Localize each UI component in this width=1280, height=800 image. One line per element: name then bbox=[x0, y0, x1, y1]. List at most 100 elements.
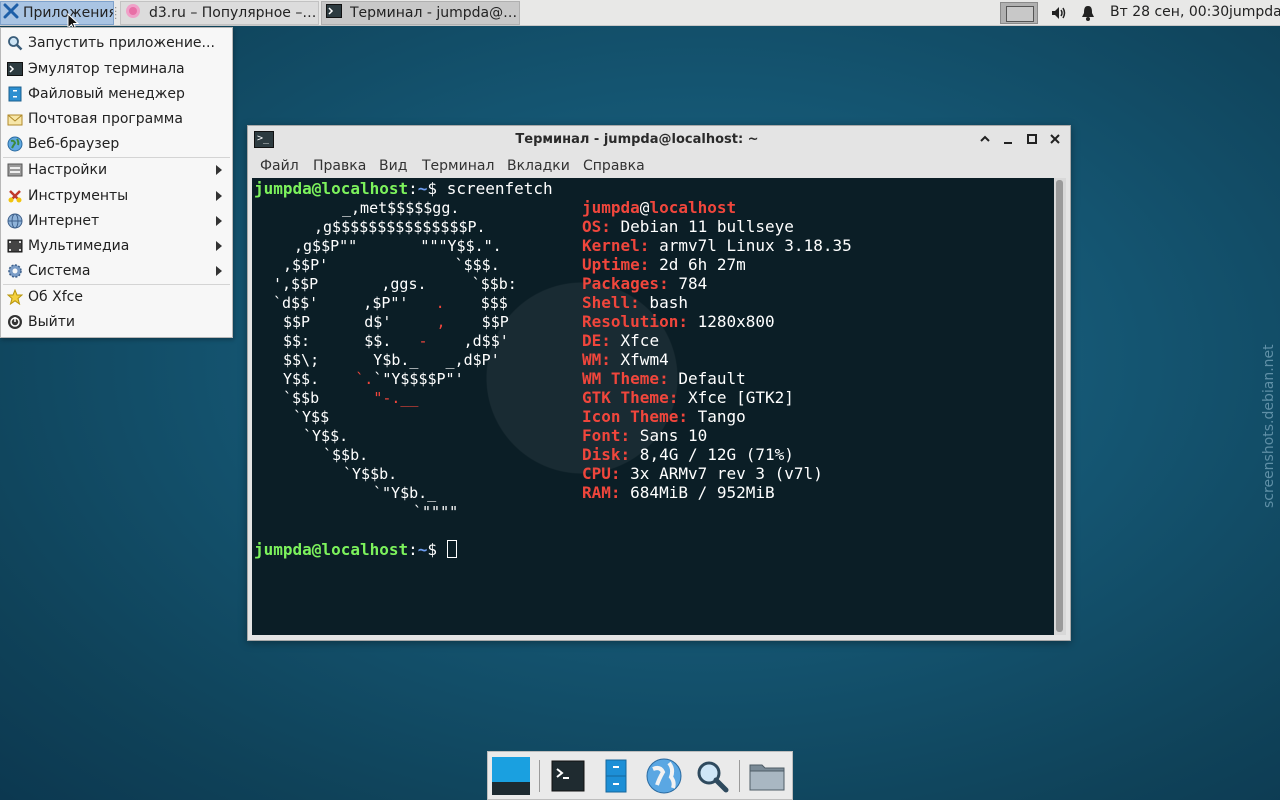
ascii-art-line: $$: $$. - ,d$$' bbox=[283, 332, 509, 350]
web-browser-icon[interactable] bbox=[644, 756, 684, 796]
file-manager-icon bbox=[7, 86, 23, 102]
terminal-output[interactable]: jumpda@localhost:~$ screenfetch _,met$$$… bbox=[252, 178, 1054, 635]
folder-icon[interactable] bbox=[747, 756, 787, 796]
window-maximize-button[interactable] bbox=[1024, 131, 1040, 147]
info-row: OS: Debian 11 bullseye bbox=[582, 217, 794, 236]
firefox-icon bbox=[125, 3, 141, 23]
menu-item-label: Мультимедиа bbox=[28, 238, 130, 254]
submenu-arrow-icon bbox=[216, 266, 222, 276]
terminal-icon bbox=[326, 3, 342, 23]
menu-tabs[interactable]: Вкладки bbox=[507, 158, 570, 174]
command-line: jumpda@localhost:~$ screenfetch bbox=[254, 179, 553, 198]
notifications-icon[interactable] bbox=[1080, 4, 1096, 26]
ascii-art-line: $$P d$' , $$P bbox=[283, 313, 509, 331]
info-row: Disk: 8,4G / 12G (71%) bbox=[582, 445, 794, 464]
info-row: Shell: bash bbox=[582, 293, 688, 312]
menu-item-mail[interactable]: Почтовая программа bbox=[1, 107, 232, 131]
menu-help[interactable]: Справка bbox=[583, 158, 645, 174]
app-finder-icon[interactable] bbox=[692, 756, 732, 796]
star-icon bbox=[7, 289, 23, 305]
web-browser-icon bbox=[7, 136, 23, 152]
submenu-arrow-icon bbox=[216, 241, 222, 251]
clock[interactable]: Вт 28 сен, 00:30 bbox=[1110, 4, 1229, 20]
menu-view[interactable]: Вид bbox=[379, 158, 407, 174]
info-row: WM: Xfwm4 bbox=[582, 350, 669, 369]
window-title: Терминал - jumpda@localhost: ~ bbox=[515, 132, 759, 147]
tools-icon bbox=[7, 188, 23, 204]
terminal-scrollbar[interactable] bbox=[1054, 178, 1066, 635]
scrollbar-thumb[interactable] bbox=[1056, 180, 1063, 632]
prompt-user: jumpda@localhost bbox=[254, 540, 409, 559]
info-row: Icon Theme: Tango bbox=[582, 407, 746, 426]
menu-item-file-manager[interactable]: Файловый менеджер bbox=[1, 82, 232, 106]
window-close-button[interactable] bbox=[1047, 131, 1063, 147]
workspace-switcher[interactable] bbox=[1000, 2, 1038, 24]
info-row: Packages: 784 bbox=[582, 274, 708, 293]
panel-separator: :: bbox=[114, 4, 118, 22]
info-row: Font: Sans 10 bbox=[582, 426, 708, 445]
ascii-art-line: _,met$$$$$gg. bbox=[342, 199, 460, 217]
file-manager-icon[interactable] bbox=[596, 756, 636, 796]
info-row: DE: Xfce bbox=[582, 331, 660, 350]
window-titlebar[interactable]: >_ Терминал - jumpda@localhost: ~ bbox=[248, 126, 1070, 154]
menu-item-label: Инструменты bbox=[28, 188, 129, 204]
volume-icon[interactable] bbox=[1050, 4, 1068, 26]
info-userhost: jumpda@localhost bbox=[582, 198, 737, 217]
menu-item-label: Файловый менеджер bbox=[28, 86, 185, 102]
terminal-menubar: Файл Правка Вид Терминал Вкладки Справка bbox=[248, 154, 1070, 178]
info-row: CPU: 3x ARMv7 rev 3 (v7l) bbox=[582, 464, 823, 483]
taskbar-item-browser[interactable]: d3.ru – Популярное – В... bbox=[120, 1, 319, 25]
ascii-art-line: ,$$P' `$$$. bbox=[283, 256, 500, 274]
menu-item-web-browser[interactable]: Веб-браузер bbox=[1, 132, 232, 156]
submenu-arrow-icon bbox=[216, 165, 222, 175]
ascii-art-line: `$$b. bbox=[323, 446, 369, 464]
xfce-logo-icon bbox=[3, 3, 19, 23]
ascii-art-line: ',$$P ,ggs. `$$b: bbox=[273, 275, 517, 293]
applications-menu-button[interactable]: Приложения bbox=[0, 1, 114, 25]
info-row: RAM: 684MiB / 952MiB bbox=[582, 483, 775, 502]
ascii-art-line: `Y$$b. bbox=[343, 465, 398, 483]
watermark-text: screenshots.debian.net bbox=[1261, 344, 1277, 508]
logout-icon bbox=[7, 314, 23, 330]
menu-item-label: Эмулятор терминала bbox=[28, 61, 185, 77]
menu-terminal[interactable]: Терминал bbox=[422, 158, 494, 174]
prompt-user: jumpda@localhost bbox=[254, 179, 409, 198]
ascii-art-line: `Y$$ bbox=[293, 408, 330, 426]
terminal-icon[interactable] bbox=[548, 756, 588, 796]
top-panel: Приложения :: d3.ru – Популярное – В... … bbox=[0, 0, 1280, 26]
menu-item-about-xfce[interactable]: Об Xfce bbox=[1, 285, 232, 309]
menu-item-logout[interactable]: Выйти bbox=[1, 310, 232, 334]
menu-item-terminal[interactable]: Эмулятор терминала bbox=[1, 57, 232, 81]
system-icon bbox=[7, 263, 23, 279]
settings-icon bbox=[7, 162, 23, 178]
menu-item-label: Система bbox=[28, 263, 91, 279]
dock-separator bbox=[539, 760, 540, 792]
info-row: GTK Theme: Xfce [GTK2] bbox=[582, 388, 794, 407]
menu-item-label: Настройки bbox=[28, 162, 108, 178]
info-row: Resolution: 1280x800 bbox=[582, 312, 775, 331]
menu-item-run-program[interactable]: Запустить приложение... bbox=[1, 31, 232, 55]
menu-item-multimedia[interactable]: Мультимедиа bbox=[1, 234, 232, 258]
taskbar-item-terminal[interactable]: Терминал - jumpda@lo... bbox=[321, 1, 520, 25]
menu-item-system[interactable]: Система bbox=[1, 259, 232, 283]
show-desktop-icon[interactable] bbox=[491, 756, 531, 796]
menu-edit[interactable]: Правка bbox=[313, 158, 366, 174]
menu-item-tools[interactable]: Инструменты bbox=[1, 184, 232, 208]
ascii-art-line: Y$$. `.`"Y$$$$P"' bbox=[283, 370, 464, 388]
ascii-art-line: `d$$' ,$P"' . $$$ bbox=[273, 294, 508, 312]
window-minimize-button[interactable] bbox=[1000, 131, 1016, 147]
menu-item-label: Запустить приложение... bbox=[28, 35, 215, 51]
mail-icon bbox=[7, 111, 23, 127]
dock-separator bbox=[739, 760, 740, 792]
terminal-icon bbox=[7, 61, 23, 77]
window-shade-button[interactable] bbox=[977, 131, 993, 147]
menu-file[interactable]: Файл bbox=[260, 158, 299, 174]
menu-item-label: Выйти bbox=[28, 314, 76, 330]
applications-menu: Запустить приложение... Эмулятор термина… bbox=[0, 27, 233, 338]
menu-item-settings[interactable]: Настройки bbox=[1, 158, 232, 182]
text-cursor bbox=[446, 540, 457, 558]
taskbar-item-label: Терминал - jumpda@lo... bbox=[350, 5, 519, 21]
user-menu[interactable]: jumpda bbox=[1229, 4, 1280, 20]
menu-item-internet[interactable]: Интернет bbox=[1, 209, 232, 233]
submenu-arrow-icon bbox=[216, 191, 222, 201]
